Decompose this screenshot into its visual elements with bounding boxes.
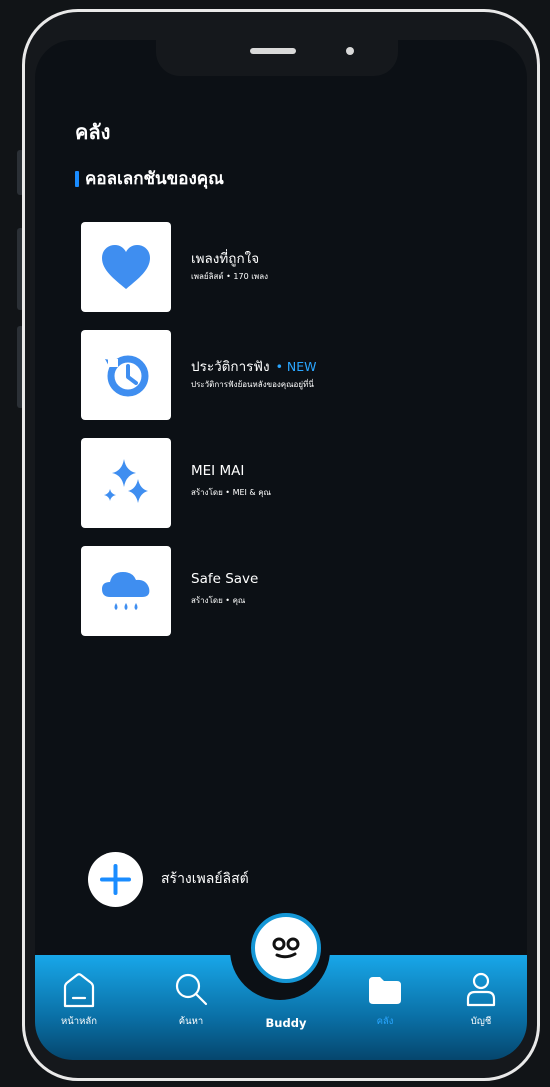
buddy-face-icon bbox=[272, 937, 300, 959]
section-accent-bar bbox=[75, 170, 79, 187]
section-title: คอลเลกชันของคุณ bbox=[85, 169, 224, 189]
nav-search-label: ค้นหา bbox=[178, 1016, 204, 1027]
collection-item-mei-mai[interactable]: MEI MAI สร้างโดย • MEI & คุณ bbox=[81, 438, 491, 528]
section-header: คอลเลกชันของคุณ bbox=[75, 165, 224, 192]
nav-search[interactable]: ค้นหา bbox=[161, 970, 221, 1040]
home-icon bbox=[63, 973, 95, 1008]
create-playlist-label: สร้างเพลย์ลิสต์ bbox=[161, 871, 249, 887]
user-icon bbox=[466, 972, 496, 1007]
collection-title: เพลงที่ถูกใจ bbox=[191, 251, 260, 267]
nav-library[interactable]: คลัง bbox=[355, 970, 415, 1040]
collection-thumbnail bbox=[81, 222, 171, 312]
speaker bbox=[250, 48, 296, 54]
collection-thumbnail bbox=[81, 330, 171, 420]
create-playlist-button[interactable]: สร้างเพลย์ลิสต์ bbox=[88, 851, 249, 907]
collection-title: MEI MAI bbox=[191, 463, 245, 479]
collection-thumbnail bbox=[81, 546, 171, 636]
buddy-button[interactable] bbox=[251, 913, 321, 983]
collection-item-liked-songs[interactable]: เพลงที่ถูกใจ เพลย์ลิสต์ • 170 เพลง bbox=[81, 222, 491, 312]
collection-subtitle: ประวัติการฟังย้อนหลังของคุณอยู่ที่นี่ bbox=[191, 380, 314, 389]
collection-item-history[interactable]: ประวัติการฟัง • NEW ประวัติการฟังย้อนหลัง… bbox=[81, 330, 491, 420]
collection-title: ประวัติการฟัง • NEW bbox=[191, 359, 317, 375]
nav-library-label: คลัง bbox=[376, 1016, 394, 1027]
collection-title: Safe Save bbox=[191, 571, 259, 587]
sparkles-icon bbox=[104, 459, 148, 503]
collection-thumbnail bbox=[81, 438, 171, 528]
collection-item-safe-save[interactable]: Safe Save สร้างโดย • คุณ bbox=[81, 546, 491, 636]
collection-subtitle: เพลย์ลิสต์ • 170 เพลง bbox=[191, 272, 269, 281]
nav-account-label: บัญชี bbox=[470, 1016, 492, 1027]
camera bbox=[346, 47, 354, 55]
folder-icon bbox=[369, 977, 401, 1004]
nav-home[interactable]: หน้าหลัก bbox=[49, 970, 109, 1040]
nav-account[interactable]: บัญชี bbox=[451, 970, 511, 1040]
page-title: คลัง bbox=[75, 120, 111, 144]
nav-buddy-label[interactable]: Buddy bbox=[241, 1016, 331, 1030]
search-icon bbox=[175, 973, 208, 1006]
app-screen: คลัง คอลเลกชันของคุณ เพลงที่ถูกใจ เพลย์ล… bbox=[35, 40, 527, 1060]
heart-icon bbox=[102, 245, 150, 289]
plus-icon[interactable] bbox=[88, 851, 143, 907]
rain-cloud-icon bbox=[102, 572, 150, 610]
collection-subtitle: สร้างโดย • MEI & คุณ bbox=[191, 488, 271, 497]
notch bbox=[156, 40, 398, 76]
collection-subtitle: สร้างโดย • คุณ bbox=[191, 596, 246, 605]
new-badge: • NEW bbox=[275, 359, 317, 374]
history-icon bbox=[105, 355, 149, 397]
nav-home-label: หน้าหลัก bbox=[61, 1016, 97, 1027]
